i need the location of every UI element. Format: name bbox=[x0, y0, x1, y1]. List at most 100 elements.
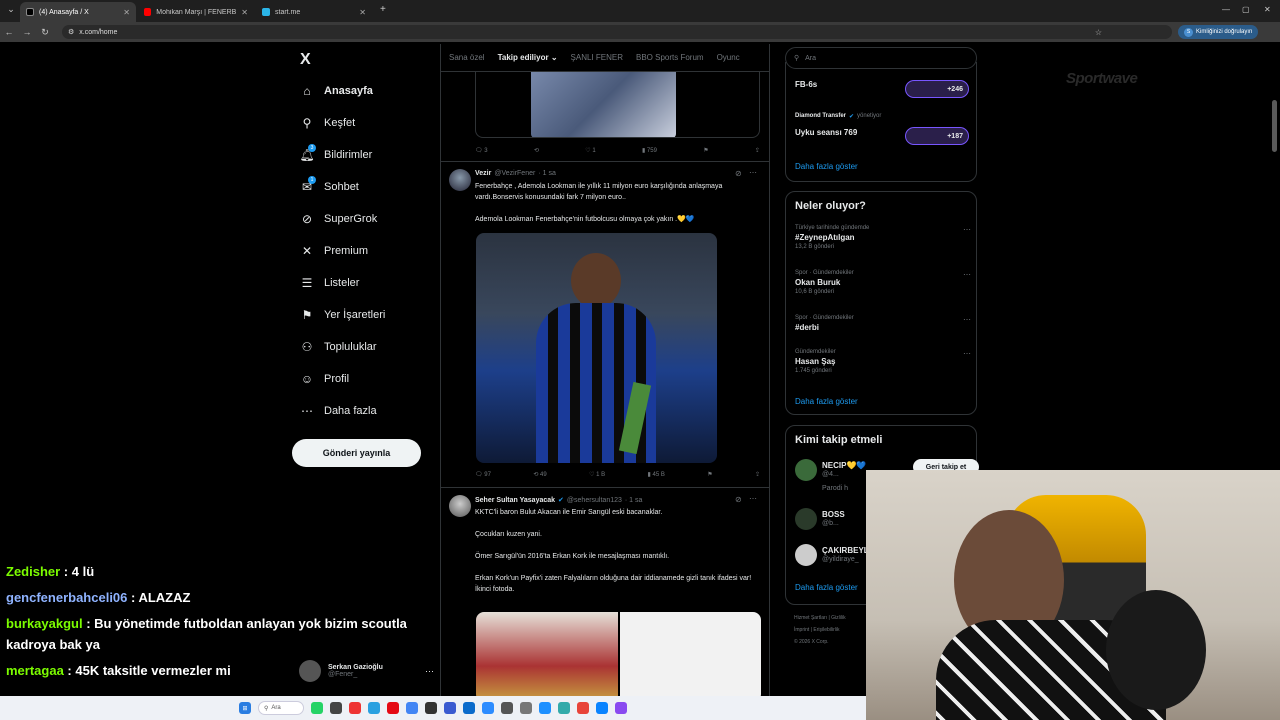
sidebar-item-2[interactable]: 🔔︎ 3 Bildirimler bbox=[299, 144, 372, 162]
show-more-link[interactable]: Daha fazla göster bbox=[795, 583, 858, 592]
tab-oyunc[interactable]: Oyunc bbox=[717, 53, 740, 62]
share-button[interactable]: ⇪ bbox=[755, 147, 760, 154]
sidebar-item-0[interactable]: ⌂ Anasayfa bbox=[300, 84, 373, 98]
sidebar-item-4[interactable]: ⊘ SuperGrok bbox=[300, 212, 377, 226]
taskbar-search[interactable]: ⚲ Ara bbox=[258, 701, 304, 715]
browser-tab-startme[interactable]: start.me ✕ bbox=[256, 2, 372, 22]
site-info-icon[interactable]: ⚙ bbox=[68, 28, 74, 36]
footer-line[interactable]: Hizmet Şartları | Gizlilik bbox=[794, 612, 846, 624]
space-listeners[interactable]: +246 bbox=[905, 80, 969, 98]
sidebar-item-8[interactable]: ⚇ Topluluklar bbox=[300, 340, 377, 354]
app-icon[interactable] bbox=[558, 702, 570, 714]
bookmark-button[interactable]: ⚑ bbox=[707, 471, 712, 478]
show-more-link[interactable]: Daha fazla göster bbox=[795, 397, 858, 406]
app-icon[interactable] bbox=[501, 702, 513, 714]
trend-item[interactable]: Türkiye tarihinde gündemde #ZeynepAtılgan… bbox=[795, 225, 971, 250]
author-handle[interactable]: @sehersultan123 bbox=[567, 497, 622, 504]
reload-icon[interactable]: ↻ bbox=[36, 27, 54, 38]
views-button[interactable]: ▮ 45 B bbox=[648, 471, 665, 478]
tab-sanli-fener[interactable]: ŞANLI FENER bbox=[571, 53, 623, 62]
more-icon[interactable]: ⋯ bbox=[963, 270, 971, 279]
app-icon[interactable] bbox=[444, 702, 456, 714]
minimize-icon[interactable]: — bbox=[1222, 5, 1230, 14]
verify-identity-button[interactable]: S Kimliğinizi doğrulayın bbox=[1178, 25, 1259, 39]
tweet-image-grid[interactable] bbox=[476, 612, 761, 696]
tweet-image[interactable] bbox=[476, 233, 717, 463]
zoom-icon[interactable] bbox=[482, 702, 494, 714]
chrome-icon[interactable] bbox=[406, 702, 418, 714]
telegram-icon[interactable] bbox=[368, 702, 380, 714]
close-window-icon[interactable]: ✕ bbox=[1264, 5, 1271, 14]
scrollbar[interactable] bbox=[1272, 100, 1277, 152]
app-icon[interactable] bbox=[615, 702, 627, 714]
author-handle[interactable]: @VezirFener bbox=[494, 170, 535, 177]
app-icon[interactable] bbox=[425, 702, 437, 714]
netflix-icon[interactable] bbox=[387, 702, 399, 714]
tab-menu-icon[interactable]: ⌄ bbox=[2, 4, 20, 15]
app-icon[interactable] bbox=[349, 702, 361, 714]
tweet-image[interactable] bbox=[620, 612, 761, 696]
trend-item[interactable]: Gündemdekiler Hasan Şaş 1.745 gönderi ⋯ bbox=[795, 349, 971, 374]
close-tab-icon[interactable]: ✕ bbox=[123, 8, 130, 17]
like-button[interactable]: ♡ 1 bbox=[585, 147, 595, 154]
avatar[interactable] bbox=[449, 495, 471, 517]
space-title[interactable]: Uyku seansı 769 bbox=[795, 128, 857, 137]
grok-icon[interactable]: ⊘ bbox=[735, 495, 742, 504]
app-icon[interactable] bbox=[596, 702, 608, 714]
tab-bbo-sports[interactable]: BBO Sports Forum bbox=[636, 53, 704, 62]
app-icon[interactable] bbox=[577, 702, 589, 714]
avatar[interactable] bbox=[449, 169, 471, 191]
bookmark-star-icon[interactable]: ☆ bbox=[1095, 28, 1102, 37]
app-icon[interactable] bbox=[463, 702, 475, 714]
forward-icon[interactable]: → bbox=[18, 27, 36, 37]
sidebar-item-5[interactable]: ✕ Premium bbox=[300, 244, 368, 258]
tweet-image[interactable] bbox=[476, 612, 618, 696]
trend-item[interactable]: Spor · Gündemdekiler Okan Buruk 10,6 B gön… bbox=[795, 270, 971, 295]
windows-start-icon[interactable]: ⊞ bbox=[239, 702, 251, 714]
tweet-time[interactable]: · 1 sa bbox=[538, 170, 556, 177]
browser-tab-youtube[interactable]: Mohikan Marşı | FENERBAHÇE ✕ bbox=[138, 2, 254, 22]
tweet-time[interactable]: · 1 sa bbox=[625, 497, 643, 504]
sidebar-item-7[interactable]: ⚑ Yer İşaretleri bbox=[300, 308, 386, 322]
grok-icon[interactable]: ⊘ bbox=[735, 169, 742, 178]
like-button[interactable]: ♡ 1 B bbox=[589, 471, 605, 478]
author-name[interactable]: Seher Sultan Yasayacak bbox=[475, 497, 555, 504]
show-more-link[interactable]: Daha fazla göster bbox=[795, 162, 858, 171]
app-icon[interactable] bbox=[330, 702, 342, 714]
sidebar-item-3[interactable]: ✉ 1 Sohbet bbox=[300, 176, 359, 194]
repost-button[interactable]: ⟲ 49 bbox=[533, 471, 546, 478]
more-icon[interactable]: ⋯ bbox=[749, 168, 757, 177]
whatsapp-icon[interactable] bbox=[311, 702, 323, 714]
reply-button[interactable]: 🗨︎ 3 bbox=[475, 147, 488, 154]
new-tab-button[interactable]: + bbox=[380, 4, 386, 15]
close-tab-icon[interactable]: ✕ bbox=[359, 8, 366, 17]
trend-item[interactable]: Spor · Gündemdekiler #derbi ⋯ bbox=[795, 315, 971, 334]
bookmark-button[interactable]: ⚑ bbox=[703, 147, 708, 154]
host-name[interactable]: Diamond Transfer bbox=[795, 113, 846, 120]
views-button[interactable]: ▮ 759 bbox=[642, 147, 657, 154]
sidebar-item-10[interactable]: ⋯ Daha fazla bbox=[300, 404, 377, 418]
reply-button[interactable]: 🗨︎ 97 bbox=[475, 471, 491, 478]
space-title[interactable]: FB-6s bbox=[795, 80, 817, 89]
space-listeners[interactable]: +187 bbox=[905, 127, 969, 145]
more-icon[interactable]: ⋯ bbox=[963, 349, 971, 358]
app-icon[interactable] bbox=[520, 702, 532, 714]
more-icon[interactable]: ⋯ bbox=[963, 315, 971, 324]
address-bar[interactable]: ⚙ x.com/home ☆ bbox=[62, 25, 1172, 39]
app-icon[interactable] bbox=[539, 702, 551, 714]
sidebar-item-9[interactable]: ☺ Profil bbox=[300, 372, 349, 386]
sidebar-item-1[interactable]: ⚲ Keşfet bbox=[300, 116, 356, 130]
maximize-icon[interactable]: ▢ bbox=[1242, 5, 1250, 14]
author-name[interactable]: Vezir bbox=[475, 170, 491, 177]
more-icon[interactable]: ⋯ bbox=[425, 666, 434, 677]
browser-tab-x[interactable]: (4) Anasayfa / X ✕ bbox=[20, 2, 136, 22]
sidebar-item-6[interactable]: ☰ Listeler bbox=[300, 276, 360, 290]
back-icon[interactable]: ← bbox=[0, 27, 18, 37]
footer-line[interactable]: İmprint | Erişilebilirlik bbox=[794, 624, 846, 636]
share-button[interactable]: ⇪ bbox=[755, 471, 760, 478]
post-button[interactable]: Gönderi yayınla bbox=[292, 439, 421, 467]
tab-for-you[interactable]: Sana özel bbox=[449, 53, 485, 62]
repost-button[interactable]: ⟲ bbox=[534, 147, 539, 154]
more-icon[interactable]: ⋯ bbox=[749, 494, 757, 503]
more-icon[interactable]: ⋯ bbox=[963, 225, 971, 234]
